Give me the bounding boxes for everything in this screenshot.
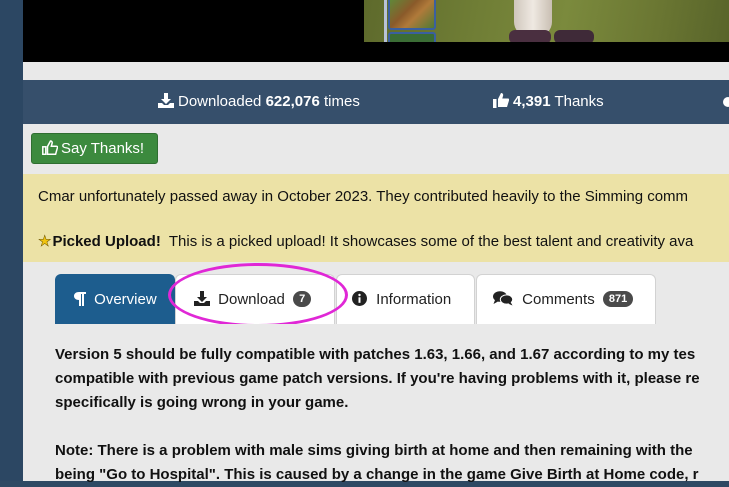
thanks-label: Thanks: [554, 93, 604, 110]
comments-count-badge: 871: [602, 291, 634, 307]
picked-text: This is a picked upload! It showcases so…: [168, 233, 694, 250]
notice-box: Cmar unfortunately passed away in Octobe…: [23, 174, 729, 262]
downloaded-prefix: Downloaded: [178, 93, 262, 110]
more-icon: [723, 97, 729, 107]
thumbnail-strip: [384, 0, 387, 42]
downloaded-suffix: times: [323, 93, 360, 110]
tab-information[interactable]: Information: [336, 274, 475, 324]
description-line: compatible with previous game patch vers…: [55, 370, 700, 387]
description-panel: Version 5 should be fully compatible wit…: [23, 324, 729, 483]
stats-bar: Downloaded 622,076 times 4,391 Thanks: [23, 80, 729, 124]
thanks-count: 4,391 Thanks: [493, 93, 604, 110]
info-circle-icon: [352, 291, 367, 306]
media-viewer: [23, 0, 729, 62]
tab-information-label: Information: [376, 291, 452, 308]
tab-comments-label: Comments: [522, 291, 595, 308]
downloaded-count: 622,076: [265, 93, 320, 110]
image-boot: [554, 30, 594, 42]
tab-bar: Overview Download 7 Information Comments…: [55, 274, 729, 324]
comments-icon: [493, 291, 514, 306]
screenshot-image[interactable]: [364, 0, 729, 42]
thumbs-up-outline-icon: [42, 140, 59, 156]
description-line: being "Go to Hospital". This is caused b…: [55, 466, 699, 483]
description-text: Version 5 should be fully compatible wit…: [55, 343, 729, 487]
picked-label: Picked Upload!: [52, 233, 161, 250]
say-thanks-label: Say Thanks!: [61, 140, 145, 157]
tab-overview[interactable]: Overview: [55, 274, 175, 324]
tab-overview-label: Overview: [94, 291, 157, 308]
description-line: Note: There is a problem with male sims …: [55, 442, 693, 459]
description-line: specifically is going wrong in your game…: [55, 394, 349, 411]
description-line: Version 5 should be fully compatible wit…: [55, 346, 696, 363]
page-content: Downloaded 622,076 times 4,391 Thanks Sa…: [23, 0, 729, 483]
image-boot: [509, 30, 551, 42]
left-background: [0, 0, 23, 481]
thumbs-up-icon: [493, 93, 510, 108]
picked-upload-notice: ★Picked Upload! This is a picked upload!…: [38, 232, 694, 251]
download-count: Downloaded 622,076 times: [158, 93, 360, 110]
pilcrow-icon: [74, 292, 86, 306]
annotation-circle: [168, 263, 348, 327]
say-thanks-button[interactable]: Say Thanks!: [31, 133, 158, 164]
thanks-number: 4,391: [513, 93, 551, 110]
thumbnail-grass[interactable]: [388, 32, 436, 42]
tab-comments[interactable]: Comments 871: [476, 274, 656, 324]
download-icon: [158, 93, 174, 108]
star-icon: ★: [38, 233, 52, 251]
memorial-notice: Cmar unfortunately passed away in Octobe…: [38, 188, 689, 205]
thumbnail-horse[interactable]: [388, 0, 436, 30]
